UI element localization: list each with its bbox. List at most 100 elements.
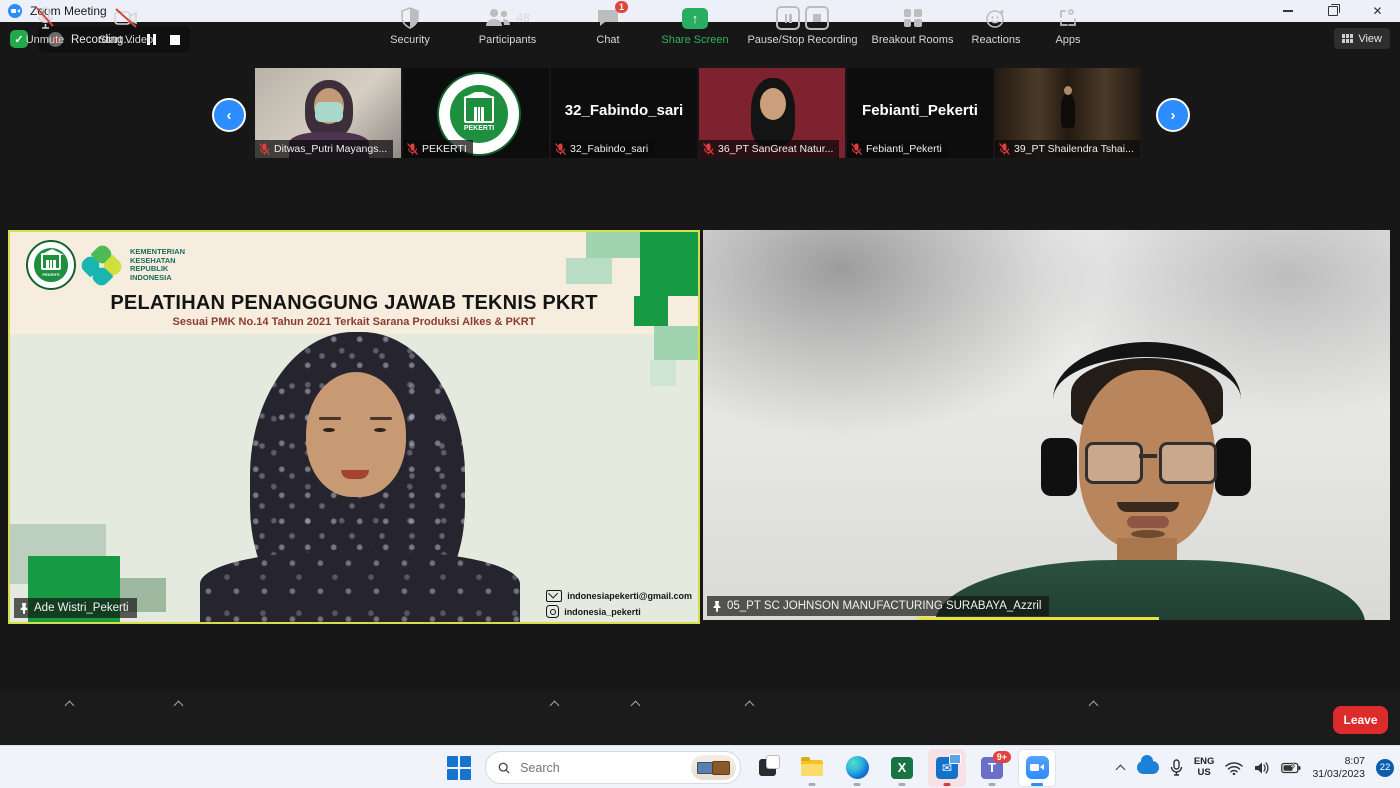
video-options-chevron[interactable] [175,700,182,707]
battery-icon[interactable] [1281,762,1301,774]
email-icon [546,590,562,602]
mic-muted-icon [999,143,1010,155]
view-button[interactable]: View [1334,28,1390,49]
participants-button[interactable]: 48 Participants [465,6,550,46]
instagram-icon [546,605,559,618]
language-indicator[interactable]: ENGUS [1194,757,1215,778]
video-off-icon [113,7,139,29]
outlook-icon: ✉ [936,757,958,779]
participant-tile[interactable]: 39_PT Shailendra Tshai... [995,68,1141,158]
share-options-chevron[interactable] [746,700,753,707]
apps-button[interactable]: Apps [1040,6,1096,46]
slide-subtitle: Sesuai PMK No.14 Tahun 2021 Terkait Sara… [10,316,698,328]
tray-overflow-chevron[interactable] [1117,763,1126,772]
excel-icon: X [891,757,913,779]
participant-tile[interactable]: Ditwas_Putri Mayangs... [255,68,401,158]
filmstrip-prev-button[interactable]: ‹ [212,98,246,132]
view-label: View [1358,33,1382,45]
participant-display-name: Febianti_Pekerti [847,102,993,119]
file-explorer-button[interactable] [793,749,831,787]
taskbar-clock[interactable]: 8:0731/03/2023 [1312,755,1365,780]
edge-icon [846,756,869,779]
participant-tile[interactable]: 32_Fabindo_sari 32_Fabindo_sari [551,68,697,158]
search-highlight-image[interactable] [691,755,736,780]
edge-button[interactable] [838,749,876,787]
breakout-rooms-icon [904,9,922,27]
breakout-rooms-button[interactable]: Breakout Rooms [860,6,965,46]
participant-name: 36_PT SanGreat Natur... [718,143,833,155]
minimize-button[interactable] [1265,0,1310,22]
chat-button[interactable]: 1 Chat [580,6,636,46]
participant-tile[interactable]: 36_PT SanGreat Natur... [699,68,845,158]
kemenkes-logo [82,246,122,286]
pin-icon [19,602,29,614]
task-view-button[interactable] [748,749,786,787]
pin-icon [712,600,722,612]
main-video-left[interactable]: PEKERTI KEMENTERIAN KESEHATAN REPUBLIK I… [8,230,700,624]
pause-recording-icon [776,6,800,30]
tray-mic-icon[interactable] [1170,759,1183,777]
excel-button[interactable]: X [883,749,921,787]
onedrive-icon[interactable] [1137,761,1159,774]
participant-name: 32_Fabindo_sari [570,143,648,155]
ministry-text: KEMENTERIAN KESEHATAN REPUBLIK INDONESIA [130,248,185,282]
notification-count-badge[interactable]: 22 [1376,759,1394,777]
windows-logo-icon [445,754,473,782]
wifi-icon[interactable] [1225,761,1243,775]
participants-options-chevron[interactable] [551,700,558,707]
view-grid-icon [1342,34,1353,43]
filmstrip-next-button[interactable]: › [1156,98,1190,132]
participant-tile[interactable]: PEKERTI PEKERTI [403,68,549,158]
outlook-button[interactable]: ✉ [928,749,966,787]
stop-recording-button[interactable] [170,35,180,45]
pekerti-logo: PEKERTI [26,240,76,290]
search-icon [498,761,510,775]
teams-button[interactable]: T9+ [973,749,1011,787]
search-input[interactable] [518,760,683,776]
mic-muted-icon [407,143,418,155]
slide-title: PELATIHAN PENANGGUNG JAWAB TEKNIS PKRT [10,292,698,315]
speaker-name-tag: 05_PT SC JOHNSON MANUFACTURING SURABAYA_… [707,596,1049,616]
share-screen-button[interactable]: ↑ Share Screen [655,6,735,46]
shield-icon [400,7,420,29]
pause-stop-recording-button[interactable]: Pause/Stop Recording [735,6,870,46]
mic-muted-icon [703,143,714,155]
reactions-icon [985,7,1007,29]
zoom-icon [1026,756,1049,779]
participant-name: Febianti_Pekerti [866,143,942,155]
zoom-meeting-window: Zoom Meeting ✕ ✓ Recording... View ‹ › D… [0,0,1400,788]
participants-count: 48 [516,11,529,25]
security-button[interactable]: Security [375,6,445,46]
contact-info: indonesiapekerti@gmail.com indonesia_pek… [546,590,692,618]
leave-button[interactable]: Leave [1333,706,1388,734]
main-video-right[interactable]: 05_PT SC JOHNSON MANUFACTURING SURABAYA_… [703,230,1390,620]
close-button[interactable]: ✕ [1355,0,1400,22]
apps-options-chevron[interactable] [1090,700,1097,707]
contact-instagram: indonesia_pekerti [564,607,641,617]
chat-options-chevron[interactable] [632,700,639,707]
reactions-button[interactable]: Reactions [960,6,1032,46]
mic-muted-icon [34,6,56,30]
participant-name: 39_PT Shailendra Tshai... [1014,143,1134,155]
mic-muted-icon [259,143,270,155]
participant-name: PEKERTI [422,143,467,155]
start-button[interactable] [440,749,478,787]
active-speaker-underline [917,617,1159,620]
share-screen-icon: ↑ [682,8,708,29]
mic-muted-icon [555,143,566,155]
participant-tile[interactable]: Febianti_Pekerti Febianti_Pekerti [847,68,993,158]
task-view-icon [759,759,776,776]
contact-email: indonesiapekerti@gmail.com [567,591,692,601]
stop-recording-icon [805,6,829,30]
taskbar-search[interactable] [485,751,741,784]
start-video-button[interactable]: Start Video [86,6,166,46]
meeting-toolbar [0,690,1400,745]
unmute-options-chevron[interactable] [66,700,73,707]
unmute-button[interactable]: Unmute [10,6,80,46]
zoom-taskbar-button[interactable] [1018,749,1056,787]
restore-button[interactable] [1310,0,1355,22]
mic-muted-icon [851,143,862,155]
participant-name: Ditwas_Putri Mayangs... [274,143,387,155]
participant-display-name: 32_Fabindo_sari [551,102,697,119]
speaker-icon[interactable] [1254,761,1270,775]
